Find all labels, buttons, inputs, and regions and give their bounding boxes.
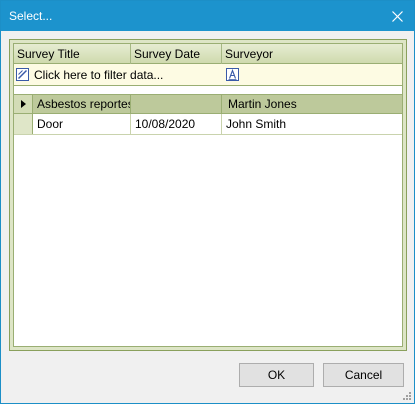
column-header-survey-date[interactable]: Survey Date bbox=[131, 44, 222, 64]
ok-button[interactable]: OK bbox=[239, 363, 314, 387]
dialog-body: Survey Title Survey Date Surveyor Click … bbox=[1, 31, 414, 403]
survey-date-cell[interactable]: 10/08/2020 bbox=[131, 114, 222, 134]
row-indicator[interactable] bbox=[14, 95, 33, 113]
column-header-surveyor[interactable]: Surveyor bbox=[222, 44, 402, 64]
grid-panel: Survey Title Survey Date Surveyor Click … bbox=[9, 39, 407, 351]
grid-header: Survey Title Survey Date Surveyor bbox=[14, 44, 402, 64]
dialog-title: Select... bbox=[9, 9, 53, 23]
table-row[interactable]: Door 10/08/2020 John Smith bbox=[14, 114, 402, 135]
group-date-cell[interactable] bbox=[131, 95, 222, 113]
cancel-button[interactable]: Cancel bbox=[323, 363, 404, 387]
survey-title-cell[interactable]: Door bbox=[33, 114, 131, 134]
surveyor-cell[interactable]: John Smith bbox=[222, 114, 402, 134]
group-row[interactable]: Asbestos reportes Martin Jones bbox=[14, 94, 402, 114]
row-pointer-icon bbox=[21, 100, 26, 108]
title-bar[interactable]: Select... bbox=[1, 1, 414, 31]
close-icon bbox=[391, 10, 403, 22]
select-dialog: Select... Survey Title Survey Date Surve… bbox=[0, 0, 415, 404]
group-title-cell[interactable]: Asbestos reportes bbox=[33, 95, 131, 113]
resize-grip-icon[interactable] bbox=[402, 391, 412, 401]
filter-edit-icon[interactable] bbox=[16, 68, 29, 81]
filter-row[interactable]: Click here to filter data... bbox=[14, 64, 402, 86]
group-surveyor-cell[interactable]: Martin Jones bbox=[222, 95, 402, 113]
text-filter-icon[interactable] bbox=[226, 68, 239, 81]
row-indicator[interactable] bbox=[14, 114, 33, 134]
close-button[interactable] bbox=[380, 1, 414, 31]
column-header-survey-title[interactable]: Survey Title bbox=[14, 44, 131, 64]
filter-prompt[interactable]: Click here to filter data... bbox=[34, 68, 163, 82]
survey-grid[interactable]: Survey Title Survey Date Surveyor Click … bbox=[13, 43, 403, 347]
